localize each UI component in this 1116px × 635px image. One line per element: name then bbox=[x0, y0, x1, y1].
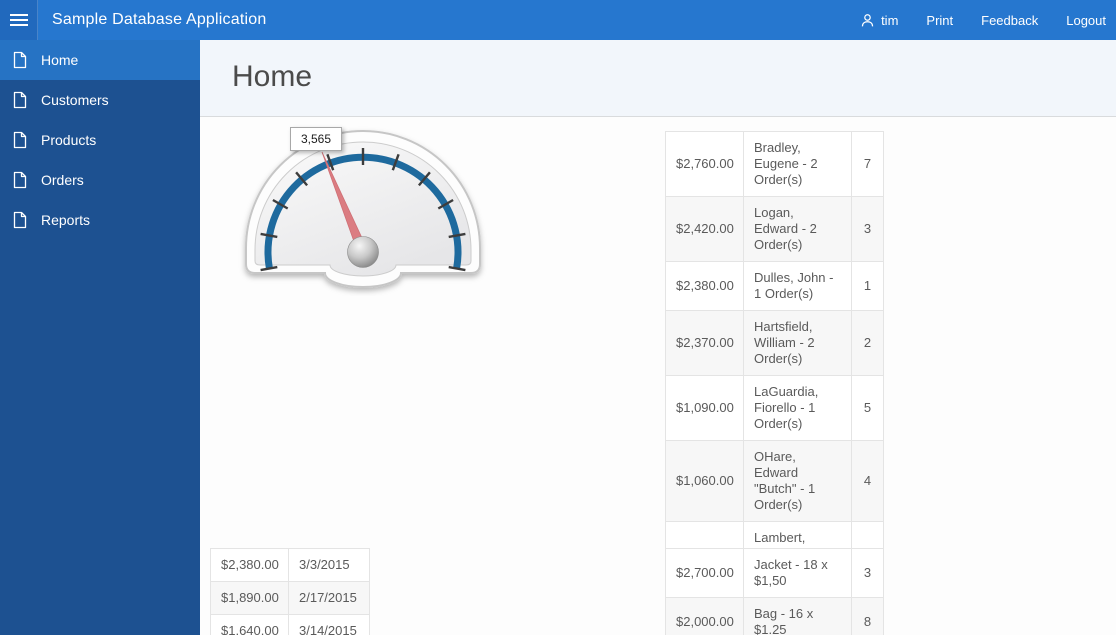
amount-cell: $2,700.00 bbox=[665, 548, 744, 598]
logout-link[interactable]: Logout bbox=[1066, 13, 1106, 28]
gauge-value-label: 3,565 bbox=[290, 127, 342, 151]
user-name: tim bbox=[881, 12, 899, 28]
count-cell: 8 bbox=[851, 597, 884, 635]
app-header: Sample Database Application tim Print Fe… bbox=[0, 0, 1116, 40]
page-icon bbox=[13, 171, 27, 189]
print-link[interactable]: Print bbox=[926, 13, 953, 28]
amount-cell: $2,380.00 bbox=[210, 548, 289, 582]
page-icon bbox=[13, 51, 27, 69]
page-icon bbox=[13, 211, 27, 229]
amount-cell: $2,370.00 bbox=[665, 310, 744, 376]
table-row: $2,370.00 Hartsfield, William - 2 Order(… bbox=[665, 310, 884, 376]
recent-orders-table: $2,380.00 3/3/2015 $1,890.00 2/17/2015 $… bbox=[210, 548, 370, 635]
amount-cell: $1,890.00 bbox=[210, 581, 289, 615]
sales-gauge: 3,565 bbox=[236, 124, 491, 296]
count-cell: 2 bbox=[851, 310, 884, 376]
table-row: $2,760.00 Bradley, Eugene - 2 Order(s) 7 bbox=[665, 131, 884, 197]
table-row: $1,890.00 2/17/2015 bbox=[210, 581, 370, 615]
hamburger-icon bbox=[9, 24, 28, 26]
app-title: Sample Database Application bbox=[52, 11, 267, 28]
table-row: $2,380.00 3/3/2015 bbox=[210, 548, 370, 582]
count-cell: 3 bbox=[851, 548, 884, 598]
sidebar-item-home[interactable]: Home bbox=[0, 40, 200, 80]
customer-link[interactable]: Hartsfield, William - 2 Order(s) bbox=[743, 310, 852, 376]
customer-link[interactable]: Dulles, John - 1 Order(s) bbox=[743, 261, 852, 311]
sidebar-item-label: Customers bbox=[41, 92, 109, 108]
hamburger-menu-button[interactable] bbox=[0, 0, 38, 40]
count-cell: 7 bbox=[851, 131, 884, 197]
date-cell: 3/14/2015 bbox=[288, 614, 370, 635]
sidebar-item-orders[interactable]: Orders bbox=[0, 160, 200, 200]
gauge-chart bbox=[245, 130, 481, 288]
sidebar-item-label: Reports bbox=[41, 212, 91, 228]
product-link[interactable]: Jacket - 18 x $1,50 bbox=[743, 548, 852, 598]
amount-cell: $1,640.00 bbox=[210, 614, 289, 635]
customer-link[interactable]: Logan, Edward - 2 Order(s) bbox=[743, 196, 852, 262]
page-title: Home bbox=[232, 60, 313, 93]
count-cell: 3 bbox=[851, 196, 884, 262]
page-icon bbox=[13, 131, 27, 149]
sidebar-nav: Home Customers Products Orders Reports bbox=[0, 40, 200, 635]
table-row: $1,090.00 LaGuardia, Fiorello - 1 Order(… bbox=[665, 375, 884, 441]
amount-cell: $1,060.00 bbox=[665, 440, 744, 522]
amount-cell: $2,380.00 bbox=[665, 261, 744, 311]
sidebar-item-products[interactable]: Products bbox=[0, 120, 200, 160]
user-menu[interactable]: tim bbox=[860, 13, 898, 28]
gauge-knob bbox=[347, 236, 379, 268]
table-row: $2,700.00 Jacket - 18 x $1,50 3 bbox=[665, 548, 884, 598]
amount-cell: $2,000.00 bbox=[665, 597, 744, 635]
customer-link[interactable]: OHare, Edward "Butch" - 1 Order(s) bbox=[743, 440, 852, 522]
table-row: $1,060.00 OHare, Edward "Butch" - 1 Orde… bbox=[665, 440, 884, 522]
amount-cell: $2,760.00 bbox=[665, 131, 744, 197]
sidebar-item-label: Home bbox=[41, 52, 79, 68]
amount-cell: $2,420.00 bbox=[665, 196, 744, 262]
sidebar-item-label: Orders bbox=[41, 172, 84, 188]
feedback-link[interactable]: Feedback bbox=[981, 13, 1038, 28]
table-row: $2,380.00 Dulles, John - 1 Order(s) 1 bbox=[665, 261, 884, 311]
product-link[interactable]: Bag - 16 x $1.25 bbox=[743, 597, 852, 635]
app-window: Sample Database Application tim Print Fe… bbox=[0, 0, 1116, 635]
date-cell: 2/17/2015 bbox=[288, 581, 370, 615]
amount-cell: $1,090.00 bbox=[665, 375, 744, 441]
customer-link[interactable]: LaGuardia, Fiorello - 1 Order(s) bbox=[743, 375, 852, 441]
page-icon bbox=[13, 91, 27, 109]
hamburger-icon bbox=[9, 14, 28, 16]
sidebar-item-customers[interactable]: Customers bbox=[0, 80, 200, 120]
page-header-band: Home bbox=[200, 40, 1116, 117]
top-products-table: $2,700.00 Jacket - 18 x $1,50 3 $2,000.0… bbox=[665, 548, 884, 635]
count-cell: 5 bbox=[851, 375, 884, 441]
top-customers-table: $2,760.00 Bradley, Eugene - 2 Order(s) 7… bbox=[665, 131, 884, 587]
user-icon bbox=[861, 13, 874, 26]
sidebar-item-label: Products bbox=[41, 132, 97, 148]
count-cell: 4 bbox=[851, 440, 884, 522]
count-cell: 1 bbox=[851, 261, 884, 311]
sidebar-item-reports[interactable]: Reports bbox=[0, 200, 200, 240]
table-row: $2,420.00 Logan, Edward - 2 Order(s) 3 bbox=[665, 196, 884, 262]
hamburger-icon bbox=[9, 19, 28, 21]
date-cell: 3/3/2015 bbox=[288, 548, 370, 582]
table-row: $2,000.00 Bag - 16 x $1.25 8 bbox=[665, 597, 884, 635]
table-row: $1,640.00 3/14/2015 bbox=[210, 614, 370, 635]
main-content: Home 3,565 $2,760.00 Bradley, Eugene - 2… bbox=[200, 40, 1116, 635]
customer-link[interactable]: Bradley, Eugene - 2 Order(s) bbox=[743, 131, 852, 197]
